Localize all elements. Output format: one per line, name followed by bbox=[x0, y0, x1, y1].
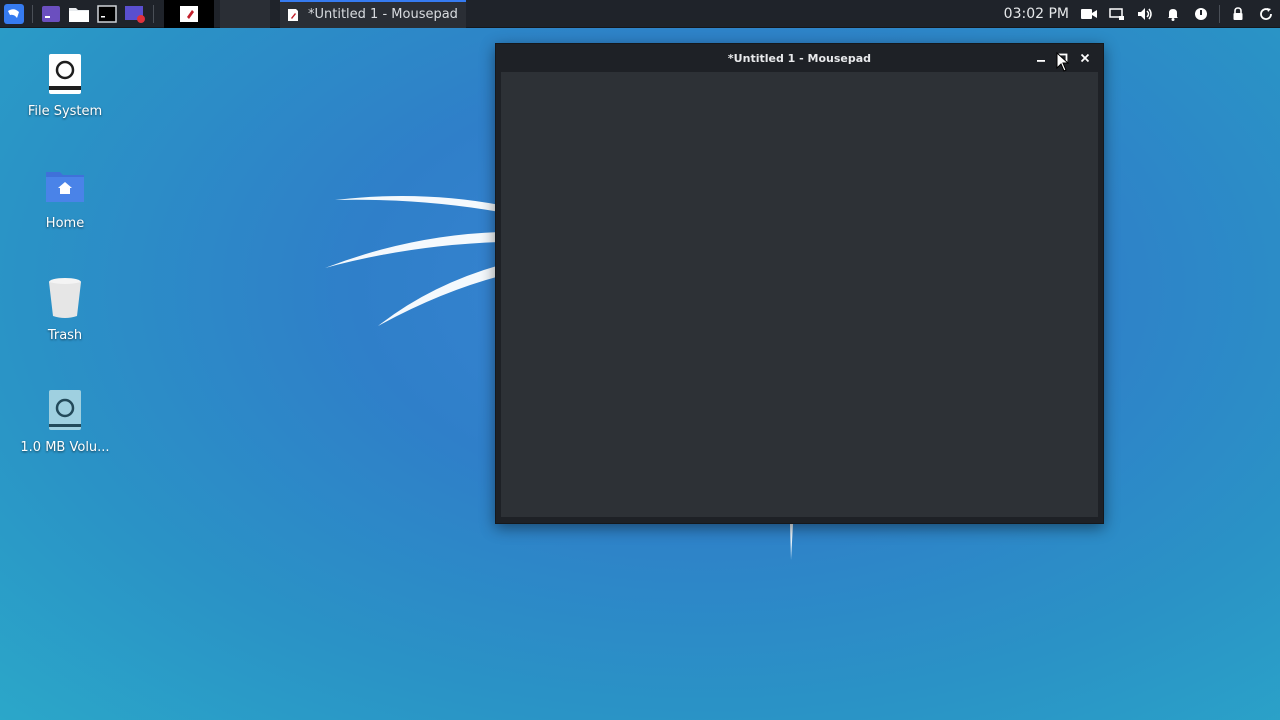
removable-drive-icon bbox=[41, 386, 89, 434]
power-icon bbox=[1195, 7, 1207, 20]
volume-icon bbox=[1138, 7, 1152, 20]
window-titlebar[interactable]: *Untitled 1 - Mousepad bbox=[496, 44, 1103, 72]
mousepad-workspace-icon bbox=[180, 5, 198, 22]
desktop-icon-trash[interactable]: Trash bbox=[15, 274, 115, 343]
video-icon bbox=[1081, 8, 1097, 19]
refresh-icon bbox=[1260, 7, 1272, 20]
file-manager-button[interactable] bbox=[65, 0, 93, 28]
mouse-cursor-icon bbox=[1056, 52, 1070, 72]
terminal-icon bbox=[97, 4, 117, 23]
panel-separator bbox=[153, 4, 154, 23]
panel-separator bbox=[32, 4, 33, 23]
system-tray: 03:02 PM bbox=[1004, 0, 1280, 28]
notifications-tray-button[interactable] bbox=[1159, 0, 1187, 28]
volume-tray-button[interactable] bbox=[1131, 0, 1159, 28]
logout-button[interactable] bbox=[1252, 0, 1280, 28]
desktop-icon-label: File System bbox=[27, 104, 103, 119]
workspace-2[interactable] bbox=[220, 0, 270, 28]
terminal-launcher-icon bbox=[42, 5, 60, 22]
desktop-icon-file-system[interactable]: File System bbox=[15, 50, 115, 119]
video-tray-button[interactable] bbox=[1075, 0, 1103, 28]
desktop-icon-volume[interactable]: 1.0 MB Volu... bbox=[15, 386, 115, 455]
bell-icon bbox=[1168, 8, 1178, 21]
home-folder-icon bbox=[41, 162, 89, 210]
applications-menu-button[interactable] bbox=[0, 0, 28, 28]
clock[interactable]: 03:02 PM bbox=[1004, 6, 1069, 22]
desktop-icon-label: Trash bbox=[47, 328, 83, 343]
desktop-icon-label: Home bbox=[45, 216, 85, 231]
power-tray-button[interactable] bbox=[1187, 0, 1215, 28]
taskbar-item-mousepad[interactable]: *Untitled 1 - Mousepad bbox=[280, 0, 466, 28]
minimize-icon bbox=[1037, 60, 1045, 62]
desktop-icon-label: 1.0 MB Volu... bbox=[20, 440, 110, 455]
mousepad-window: *Untitled 1 - Mousepad bbox=[495, 43, 1104, 524]
lock-screen-button[interactable] bbox=[1224, 0, 1252, 28]
taskbar-item-label: *Untitled 1 - Mousepad bbox=[308, 7, 458, 22]
close-button[interactable] bbox=[1075, 48, 1095, 68]
trash-icon bbox=[41, 274, 89, 322]
top-panel: *Untitled 1 - Mousepad 03:02 PM bbox=[0, 0, 1280, 28]
desktop-icon-home[interactable]: Home bbox=[15, 162, 115, 231]
text-editor-area[interactable] bbox=[501, 72, 1098, 517]
display-icon bbox=[1109, 7, 1124, 20]
workspace-1[interactable] bbox=[164, 0, 214, 28]
terminal-button[interactable] bbox=[93, 0, 121, 28]
screen-recorder-icon bbox=[125, 5, 145, 23]
file-manager-icon bbox=[69, 7, 89, 22]
close-icon bbox=[1080, 53, 1090, 63]
minimize-button[interactable] bbox=[1031, 48, 1051, 68]
screen-recorder-button[interactable] bbox=[121, 0, 149, 28]
mousepad-icon bbox=[288, 8, 298, 21]
lock-icon bbox=[1233, 6, 1243, 20]
drive-icon bbox=[41, 50, 89, 98]
kali-menu-icon bbox=[4, 3, 24, 24]
display-tray-button[interactable] bbox=[1103, 0, 1131, 28]
terminal-launcher-button[interactable] bbox=[37, 0, 65, 28]
panel-separator bbox=[1219, 4, 1220, 23]
window-title: *Untitled 1 - Mousepad bbox=[727, 51, 872, 65]
